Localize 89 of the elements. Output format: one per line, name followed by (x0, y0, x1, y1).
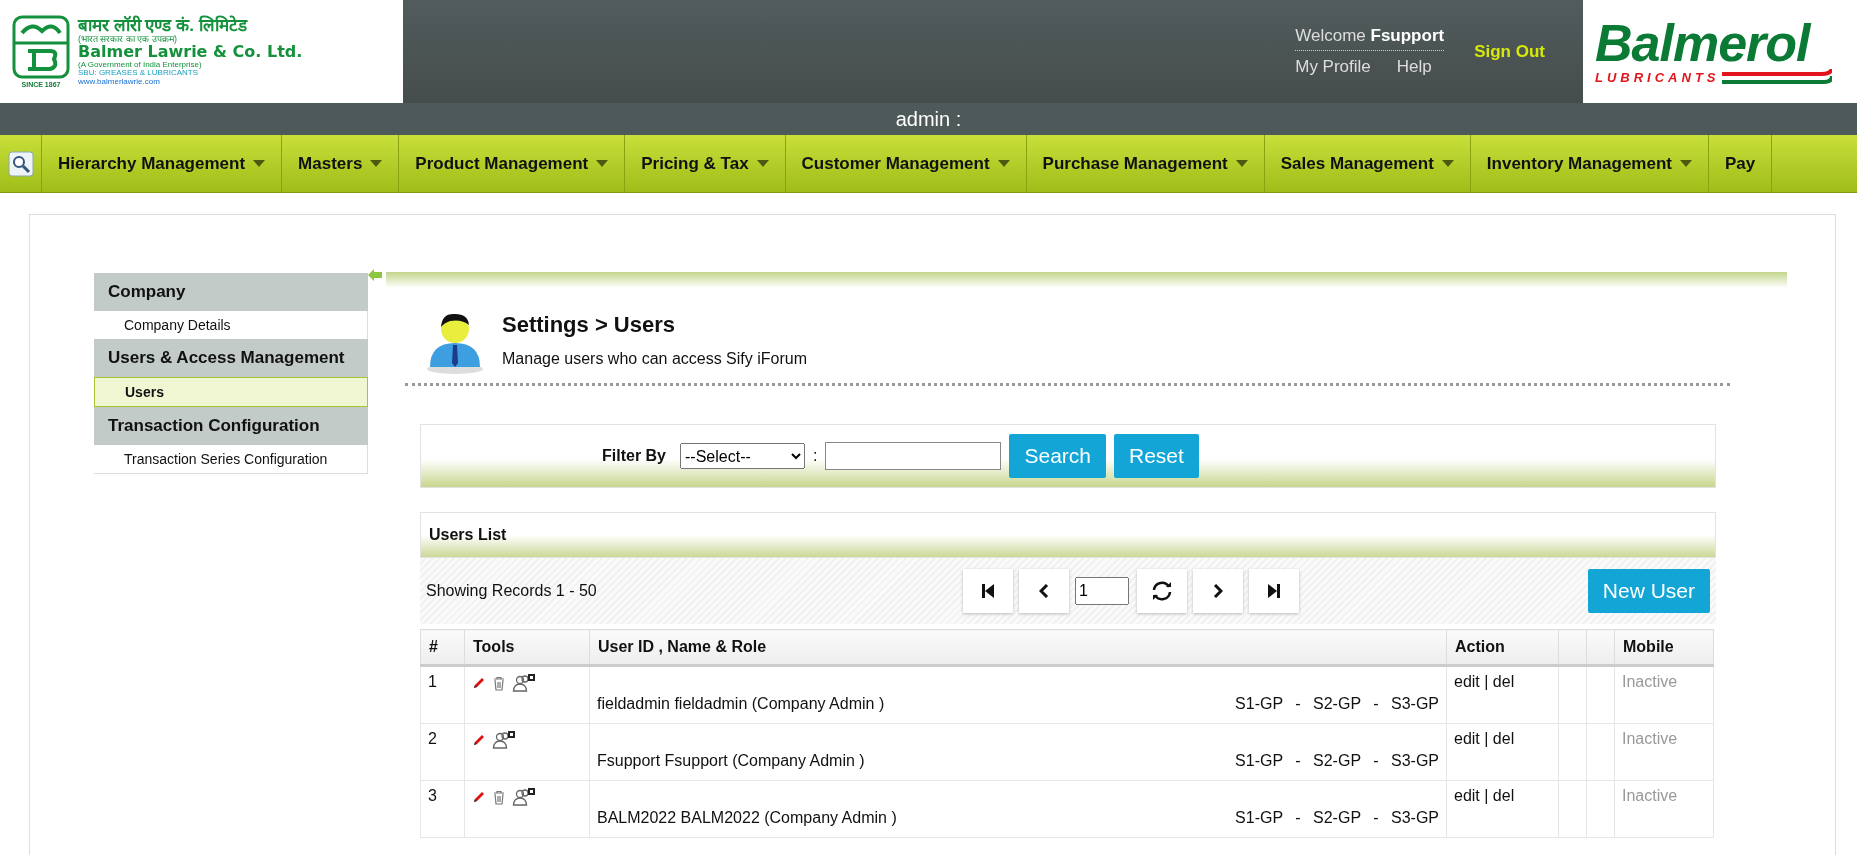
column-header: Tools (464, 629, 590, 666)
page-title: Settings > Users (502, 312, 676, 338)
caret-icon (756, 160, 769, 167)
pencil-icon[interactable] (472, 676, 486, 690)
row-number: 3 (420, 780, 465, 838)
trash-icon[interactable] (492, 789, 506, 805)
filter-label: Filter By (602, 447, 666, 465)
mobile-status: Inactive (1622, 730, 1678, 747)
caret-icon (997, 160, 1010, 167)
column-header: Action (1446, 629, 1559, 666)
page-subtitle: Manage users who can access Sify iForum (502, 350, 807, 368)
hindi-tagline: (भारत सरकार का एक उपक्रम) (78, 34, 177, 44)
menu-item[interactable]: Pricing & Tax (625, 135, 786, 192)
user-name: fieldadmin fieldadmin (Company Admin ) (597, 695, 885, 713)
user-name: BALM2022 BALM2022 (Company Admin ) (597, 809, 897, 827)
trash-icon[interactable] (492, 675, 506, 691)
brand-name: Balmerol (1595, 16, 1813, 69)
users-icon[interactable] (512, 787, 536, 807)
last-icon (1268, 584, 1280, 598)
separator-text: : (813, 447, 818, 465)
filter-input[interactable] (825, 442, 1002, 470)
user-groups: S1-GP - S2-GP - S3-GP (1235, 752, 1439, 770)
pencil-icon[interactable] (472, 790, 486, 804)
caret-icon (370, 160, 383, 167)
caret-icon (253, 160, 266, 167)
mobile-status: Inactive (1622, 787, 1678, 804)
company-name: Balmer Lawrie & Co. Ltd. (78, 44, 303, 61)
users-icon[interactable] (512, 673, 536, 693)
users-icon[interactable] (492, 730, 516, 750)
separator-text: | (1484, 673, 1489, 690)
sign-out-link[interactable]: Sign Out (1474, 41, 1545, 62)
mobile-status: Inactive (1622, 673, 1678, 690)
previous-page-button[interactable] (1019, 569, 1069, 613)
edit-link[interactable]: edit (1454, 787, 1480, 804)
brand-tagline: LUBRICANTS (1595, 70, 1720, 85)
emblem-icon (12, 15, 70, 79)
menu-item[interactable]: Product Management (399, 135, 626, 192)
menu-item[interactable]: Customer Management (785, 135, 1027, 192)
list-header: Users List (420, 512, 1716, 558)
delete-link[interactable]: del (1492, 730, 1515, 747)
website-text: www.balmerlawrie.com (78, 77, 161, 87)
user-name: Fsupport Fsupport (Company Admin ) (597, 752, 865, 770)
search-icon (7, 150, 34, 177)
first-page-button[interactable] (963, 569, 1013, 613)
separator-text: | (1484, 730, 1489, 747)
menu-item[interactable]: Pay (1709, 135, 1773, 192)
row-number: 2 (420, 723, 465, 781)
column-header: User ID , Name & Role (589, 629, 1447, 666)
row-number: 1 (420, 665, 465, 724)
sidebar-section: Users & Access Management (94, 339, 368, 377)
page-input[interactable]: 1 (1075, 577, 1129, 605)
welcome-text: Welcome Fsupport (1295, 26, 1445, 51)
company-tagline: (A Government of India Enterprise) (78, 60, 203, 69)
separator-text: | (1484, 787, 1489, 804)
menu-item[interactable]: Purchase Management (1026, 135, 1265, 192)
sidebar-item[interactable]: Users (94, 377, 368, 407)
role-bar: admin : (0, 103, 1857, 135)
caret-icon (1441, 160, 1454, 167)
caret-icon (596, 160, 609, 167)
edit-link[interactable]: edit (1454, 730, 1480, 747)
sidebar-section: Transaction Configuration (94, 407, 368, 445)
delete-link[interactable]: del (1492, 673, 1515, 690)
chevron-right-icon (1213, 584, 1223, 598)
caret-icon (1680, 160, 1692, 167)
last-page-button[interactable] (1249, 569, 1299, 613)
user-groups: S1-GP - S2-GP - S3-GP (1235, 809, 1439, 827)
unit-text: SBU: GREASES & LUBRICANTS (78, 69, 199, 78)
chevron-left-icon (1039, 584, 1049, 598)
header-link[interactable]: My Profile (1295, 57, 1371, 77)
refresh-button[interactable] (1137, 569, 1187, 613)
next-page-button[interactable] (1193, 569, 1243, 613)
menu-item[interactable]: Hierarchy Management (42, 135, 283, 192)
caret-icon (1235, 160, 1248, 167)
column-header: Mobile (1614, 629, 1714, 666)
sidebar-section: Company (94, 273, 368, 311)
header-link[interactable]: Help (1396, 57, 1432, 77)
delete-link[interactable]: del (1492, 787, 1515, 804)
filter-select[interactable]: --Select-- (680, 443, 805, 469)
hindi-name: बामर लॉरी एण्ड कं. लिमिटेड (78, 16, 249, 35)
menu-item[interactable]: Sales Management (1264, 135, 1471, 192)
pencil-icon[interactable] (472, 733, 486, 747)
column-header: # (420, 629, 465, 666)
edit-link[interactable]: edit (1454, 673, 1480, 690)
menu-item[interactable]: Inventory Management (1470, 135, 1709, 192)
user-groups: S1-GP - S2-GP - S3-GP (1235, 695, 1439, 713)
first-icon (982, 584, 994, 598)
records-text: Showing Records 1 - 50 (426, 582, 598, 600)
menu-item[interactable]: Masters (282, 135, 400, 192)
refresh-icon (1151, 581, 1173, 601)
